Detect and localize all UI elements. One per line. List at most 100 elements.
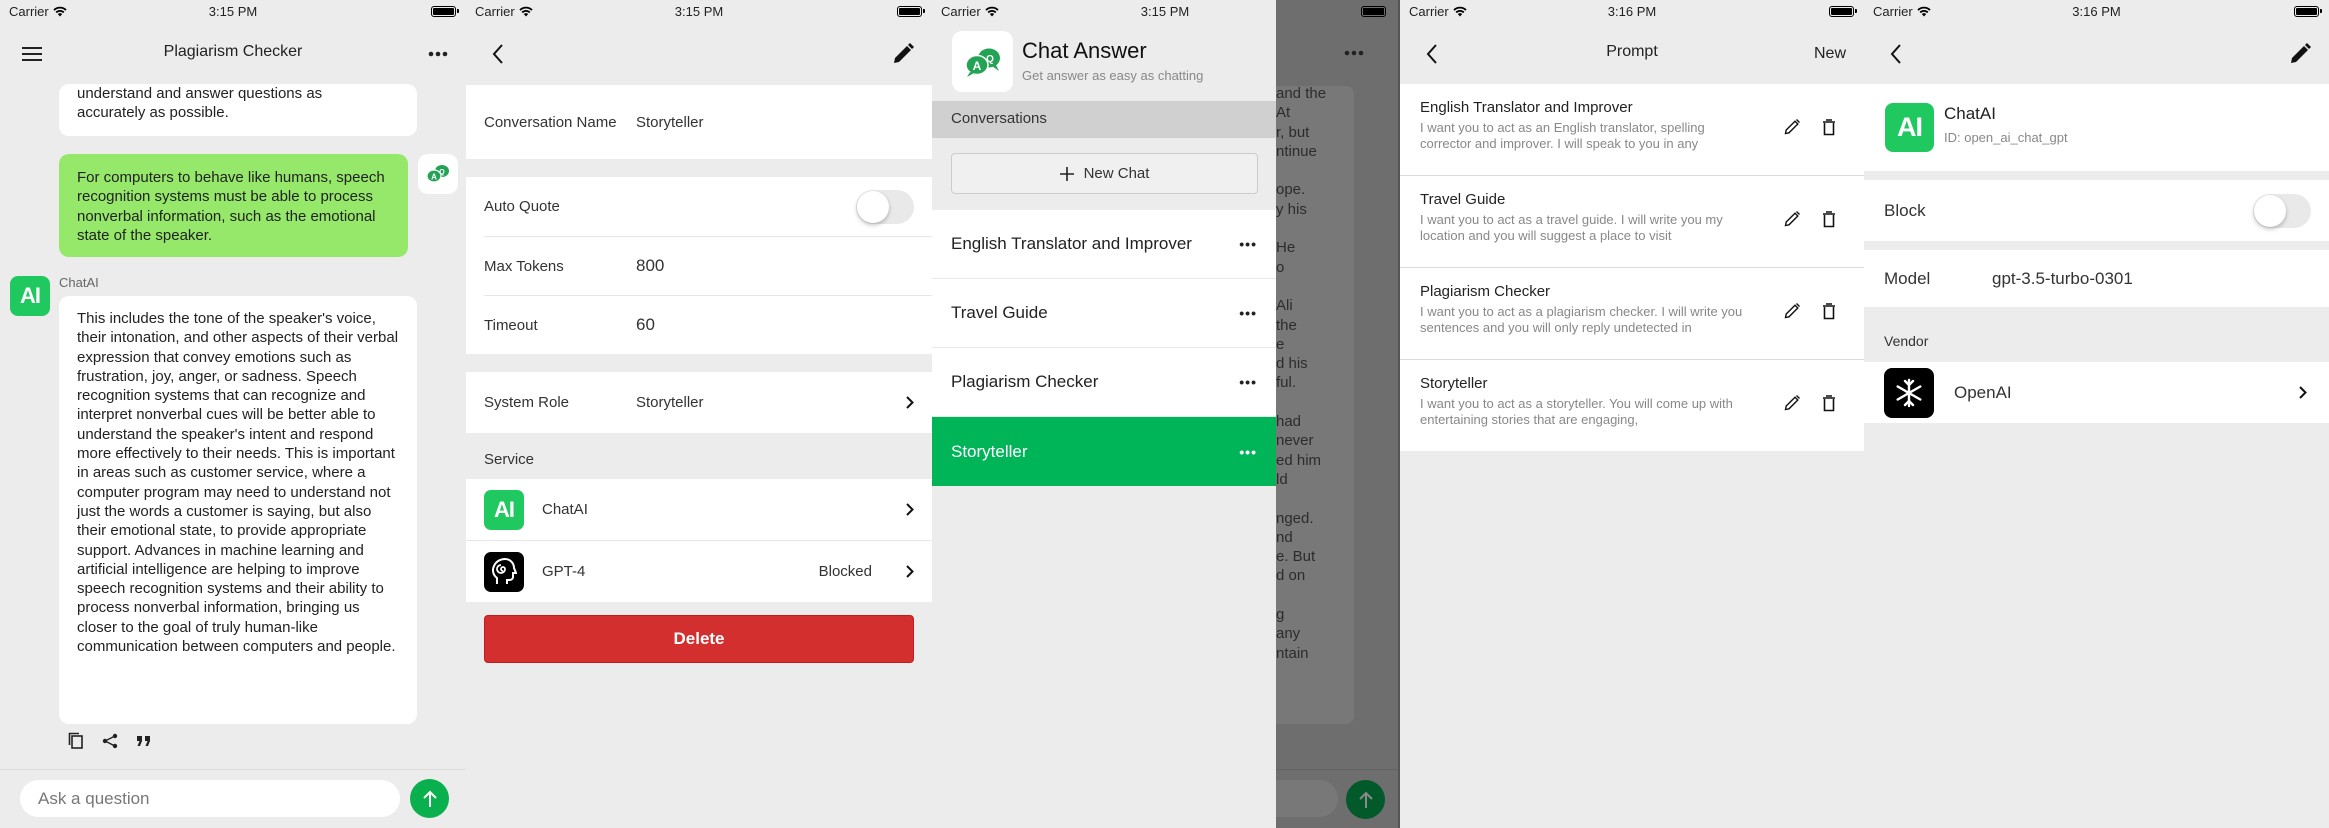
background-text: and the At r, but ntinue ope. y his He o… [1276, 85, 1327, 662]
conversations-header: Conversations [932, 101, 1276, 138]
conversation-name: Travel Guide [951, 303, 1048, 322]
chatai-logo: AI [1885, 103, 1934, 152]
model-group: Model gpt-3.5-turbo-0301 [1864, 250, 2329, 307]
status-bar: Carrier 3:16 PM [1864, 0, 2329, 22]
conversation-name-value[interactable]: Storyteller [636, 114, 914, 131]
prompt-description: I want you to act as a plagiarism checke… [1420, 304, 1743, 335]
back-button[interactable] [1882, 40, 1910, 68]
chevron-right-icon [906, 503, 914, 516]
quote-icon[interactable] [136, 735, 152, 747]
back-button[interactable] [484, 40, 512, 68]
conversation-name: English Translator and Improver [951, 234, 1192, 253]
page-title: Prompt [1606, 43, 1658, 60]
conversation-item[interactable]: English Translator and Improver ••• [932, 210, 1276, 279]
system-role-label: System Role [484, 394, 570, 411]
new-chat-label: New Chat [1083, 165, 1150, 182]
auto-quote-label: Auto Quote [484, 198, 560, 215]
nav-bar: Plagiarism Checker [0, 22, 466, 84]
prompt-item[interactable]: English Translator and Improver I want y… [1400, 84, 1864, 176]
timeout-input[interactable]: 60 [636, 315, 914, 335]
question-input[interactable] [20, 780, 400, 817]
new-prompt-button[interactable]: New [1814, 40, 1846, 68]
service-status: Blocked [818, 563, 872, 580]
service-row[interactable]: GPT-4 Blocked [466, 541, 932, 602]
svg-text:A: A [431, 173, 437, 182]
trash-icon[interactable] [1822, 211, 1836, 228]
service-group: AI ChatAI GPT-4 Blocked [466, 479, 932, 602]
trash-icon[interactable] [1822, 303, 1836, 320]
clock: 3:15 PM [674, 4, 724, 19]
edit-icon[interactable] [1784, 395, 1800, 411]
app-name: Chat Answer [1022, 38, 1147, 63]
model-value: gpt-3.5-turbo-0301 [1992, 268, 2133, 288]
system-role-value: Storyteller [636, 394, 704, 411]
conversation-name: Storyteller [951, 441, 1028, 461]
dimmed-background[interactable]: and the At r, but ntinue ope. y his He o… [1276, 0, 1398, 828]
more-horizontal-icon[interactable]: ••• [1239, 236, 1257, 252]
openai-snowflake-icon [1884, 367, 1934, 418]
edit-button[interactable] [892, 40, 914, 68]
app-logo: AQ [952, 31, 1013, 92]
more-horizontal-icon [1344, 50, 1364, 56]
conversation-settings-screen: Carrier 3:15 PM Conversation Name Storyt… [466, 0, 932, 828]
svg-text:Q: Q [439, 169, 445, 176]
model-row[interactable]: Model gpt-3.5-turbo-0301 [1864, 250, 2329, 307]
edit-button[interactable] [2289, 40, 2311, 68]
chat-qa-icon: AQ [964, 48, 1000, 77]
clock: 3:16 PM [2072, 4, 2121, 19]
more-horizontal-icon[interactable]: ••• [1239, 374, 1257, 390]
max-tokens-row: Max Tokens 800 [484, 237, 932, 296]
block-toggle[interactable] [2253, 193, 2311, 228]
clock: 3:15 PM [208, 4, 258, 19]
more-button[interactable] [428, 40, 448, 68]
trash-icon[interactable] [1822, 119, 1836, 136]
pencil-icon [894, 43, 914, 63]
auto-quote-toggle[interactable] [856, 189, 914, 224]
conversation-name-label: Conversation Name [484, 113, 617, 131]
timeout-row: Timeout 60 [484, 296, 932, 354]
service-detail-screen: Carrier 3:16 PM AI ChatAI ID: open_ai_ch… [1864, 0, 2329, 828]
block-group: Block [1864, 180, 2329, 241]
block-row: Block [1864, 180, 2329, 241]
prompt-list-screen: Carrier 3:16 PM Prompt New English Trans… [1398, 0, 1864, 828]
delete-button[interactable]: Delete [484, 615, 914, 663]
battery-icon [2294, 6, 2322, 17]
prompt-item[interactable]: Plagiarism Checker I want you to act as … [1400, 268, 1864, 360]
service-profile: AI ChatAI ID: open_ai_chat_gpt [1864, 84, 2329, 171]
service-row[interactable]: AI ChatAI [466, 479, 932, 541]
conversation-name-row[interactable]: Conversation Name Storyteller [484, 85, 932, 159]
max-tokens-input[interactable]: 800 [636, 256, 914, 276]
nav-bar: Prompt New [1400, 22, 1864, 84]
battery-icon [1361, 6, 1386, 17]
more-horizontal-icon [428, 51, 448, 57]
name-group: Conversation Name Storyteller [466, 85, 932, 159]
conversation-item[interactable]: Travel Guide ••• [932, 279, 1276, 348]
nav-bar [466, 22, 932, 84]
background-input [1276, 780, 1338, 817]
conversation-item-active[interactable]: Storyteller ••• [932, 417, 1276, 486]
prompt-item[interactable]: Travel Guide I want you to act as a trav… [1400, 176, 1864, 268]
drawer-screen: Carrier 3:15 PM AQ Chat Answer Get answe… [932, 0, 1398, 828]
edit-icon[interactable] [1784, 211, 1800, 227]
user-message: For computers to behave like humans, spe… [59, 154, 408, 257]
system-role-row[interactable]: System Role Storyteller [484, 372, 932, 433]
chat-qa-icon: AQ [426, 165, 449, 183]
arrow-up-icon [422, 790, 437, 807]
vendor-row[interactable]: OpenAI [1864, 362, 2329, 423]
copy-icon[interactable] [68, 732, 84, 750]
prompt-item[interactable]: Storyteller I want you to act as a story… [1400, 360, 1864, 451]
service-id: ID: open_ai_chat_gpt [1944, 130, 2068, 145]
share-icon[interactable] [102, 733, 118, 749]
more-horizontal-icon[interactable]: ••• [1239, 444, 1257, 460]
ai-message: This includes the tone of the speaker's … [59, 296, 417, 724]
vendor-group: OpenAI [1864, 362, 2329, 423]
edit-icon[interactable] [1784, 303, 1800, 319]
divider [1276, 769, 1398, 770]
conversation-item[interactable]: Plagiarism Checker ••• [932, 348, 1276, 417]
app-tagline: Get answer as easy as chatting [1022, 68, 1204, 83]
send-button[interactable] [410, 779, 449, 818]
edit-icon[interactable] [1784, 119, 1800, 135]
more-horizontal-icon[interactable]: ••• [1239, 305, 1257, 321]
new-chat-button[interactable]: New Chat [951, 153, 1258, 194]
trash-icon[interactable] [1822, 395, 1836, 412]
